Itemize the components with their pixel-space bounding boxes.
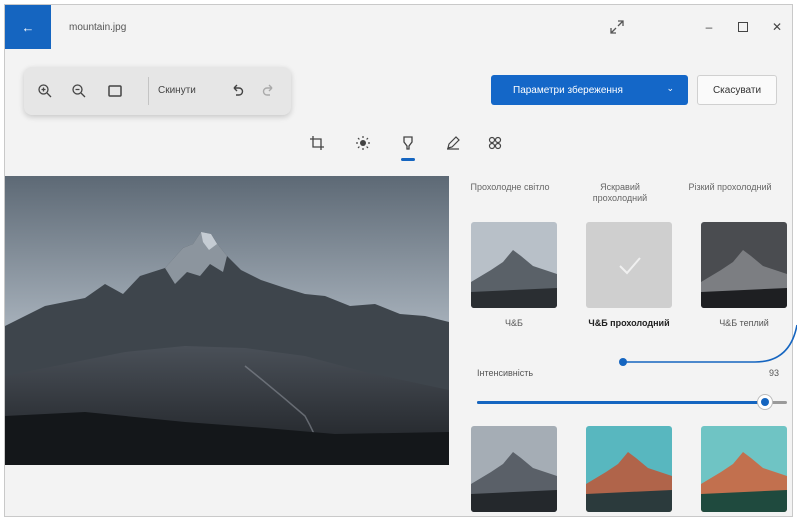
filter-label: Ч&Б [505, 318, 523, 328]
filter-thumbnail-bw-warm[interactable] [701, 222, 787, 308]
title-bar: ← mountain.jpg – ✕ [5, 5, 792, 51]
redo-icon[interactable] [258, 80, 280, 102]
zoom-toolbar: Скинути [24, 67, 291, 115]
toolbar-divider [148, 77, 149, 105]
filter-thumbnail-bw[interactable] [471, 222, 557, 308]
filter-thumbnail-bw-cool[interactable] [586, 222, 672, 308]
intensity-label: Інтенсивність [477, 368, 534, 378]
back-button[interactable]: ← [5, 5, 51, 49]
filter-thumbnail[interactable] [586, 426, 672, 512]
chevron-down-icon: ⌄ [666, 83, 674, 93]
save-options-button[interactable]: Параметри збереження ⌄ [491, 75, 688, 105]
adjust-brightness-icon[interactable] [353, 133, 373, 153]
crop-icon[interactable] [307, 133, 327, 153]
minimize-icon[interactable]: – [699, 17, 719, 37]
photo-canvas[interactable] [5, 176, 449, 465]
annotation-pointer [619, 324, 797, 366]
arrow-left-icon: ← [21, 19, 35, 35]
filter-column-header: Різкий прохолодний [688, 182, 772, 192]
fit-screen-icon[interactable] [104, 80, 126, 102]
zoom-out-icon[interactable] [68, 80, 90, 102]
intensity-slider-fill [477, 401, 766, 404]
photos-app-window: ← mountain.jpg – ✕ Скинути Параметри збе… [4, 4, 793, 517]
active-tab-indicator [401, 158, 415, 161]
intensity-slider-track[interactable] [477, 401, 787, 404]
zoom-in-icon[interactable] [34, 80, 56, 102]
reset-button[interactable]: Скинути [158, 85, 196, 96]
markup-pen-icon[interactable] [443, 133, 463, 153]
window-title: mountain.jpg [69, 22, 127, 33]
filter-thumbnail[interactable] [701, 426, 787, 512]
filter-column-header: Прохолодне світло [470, 182, 550, 192]
save-options-label: Параметри збереження [513, 84, 623, 96]
intensity-slider-thumb[interactable] [757, 394, 774, 410]
filter-thumbnail[interactable] [471, 426, 557, 512]
filter-icon[interactable] [398, 133, 418, 153]
maximize-icon[interactable] [733, 17, 753, 37]
undo-icon[interactable] [226, 80, 248, 102]
close-icon[interactable]: ✕ [767, 17, 787, 37]
effects-icon[interactable] [485, 133, 505, 153]
filter-column-header: Яскравий прохолодний [592, 182, 648, 203]
cancel-button[interactable]: Скасувати [697, 75, 777, 105]
mountain-photo [5, 176, 449, 465]
expand-icon[interactable] [608, 18, 626, 36]
